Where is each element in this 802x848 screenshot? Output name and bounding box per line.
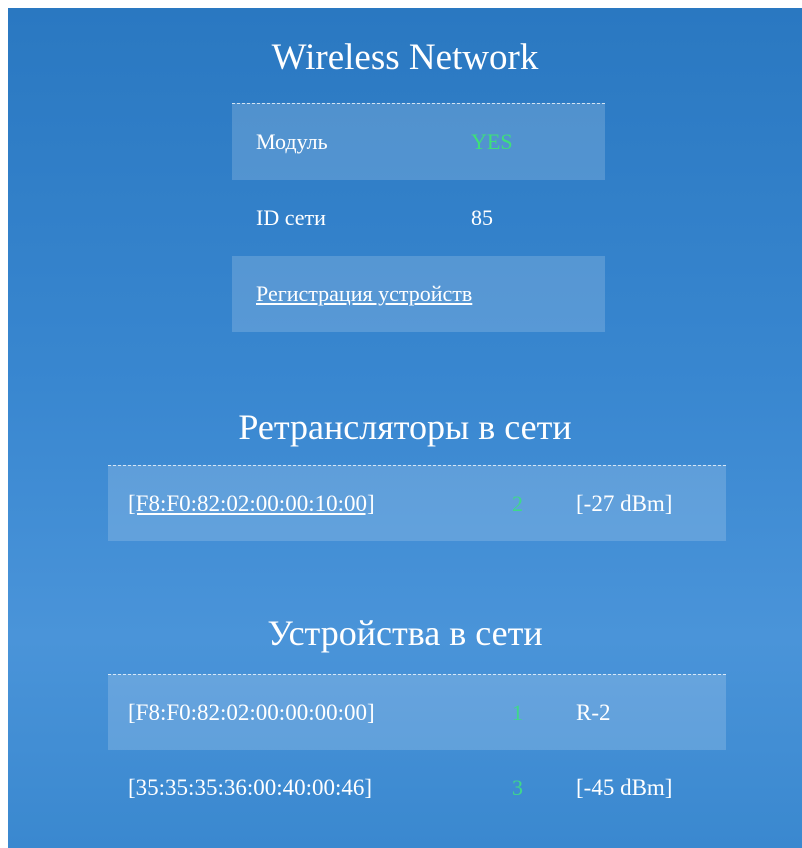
device-row: [F8:F0:82:02:00:00:00:00] 1 R-2: [108, 674, 726, 750]
module-status-value: YES: [471, 129, 513, 154]
register-devices-link[interactable]: Регистрация устройств: [256, 281, 472, 307]
device-mac: [F8:F0:82:02:00:00:00:00]: [128, 699, 375, 725]
device-row: [35:35:35:36:00:40:00:46] 3 [-45 dBm]: [108, 750, 726, 826]
repeater-mac-link[interactable]: [F8:F0:82:02:00:00:10:00]: [128, 491, 375, 517]
devices-title: Устройства в сети: [267, 613, 543, 653]
wireless-panel: Wireless Network Модуль YES ID сети 85 Р…: [8, 8, 802, 848]
register-devices-row: Регистрация устройств: [232, 256, 605, 332]
network-id-value: 85: [471, 205, 493, 230]
device-number: 3: [512, 775, 523, 800]
repeater-signal: [-27 dBm]: [576, 490, 673, 516]
device-mac: [35:35:35:36:00:40:00:46]: [128, 775, 373, 800]
repeaters-title: Ретрансляторы в сети: [238, 407, 572, 447]
module-label: Модуль: [256, 129, 328, 154]
module-row: Модуль YES: [232, 103, 605, 180]
network-id-label: ID сети: [256, 205, 326, 230]
wireless-network-title: Wireless Network: [271, 37, 539, 78]
repeater-number: 2: [512, 490, 523, 516]
network-id-row: ID сети 85: [232, 180, 605, 256]
device-signal: [-45 dBm]: [576, 775, 673, 800]
device-signal: R-2: [576, 699, 611, 725]
repeater-row: [F8:F0:82:02:00:00:10:00] 2 [-27 dBm]: [108, 465, 726, 541]
device-number: 1: [512, 699, 523, 725]
